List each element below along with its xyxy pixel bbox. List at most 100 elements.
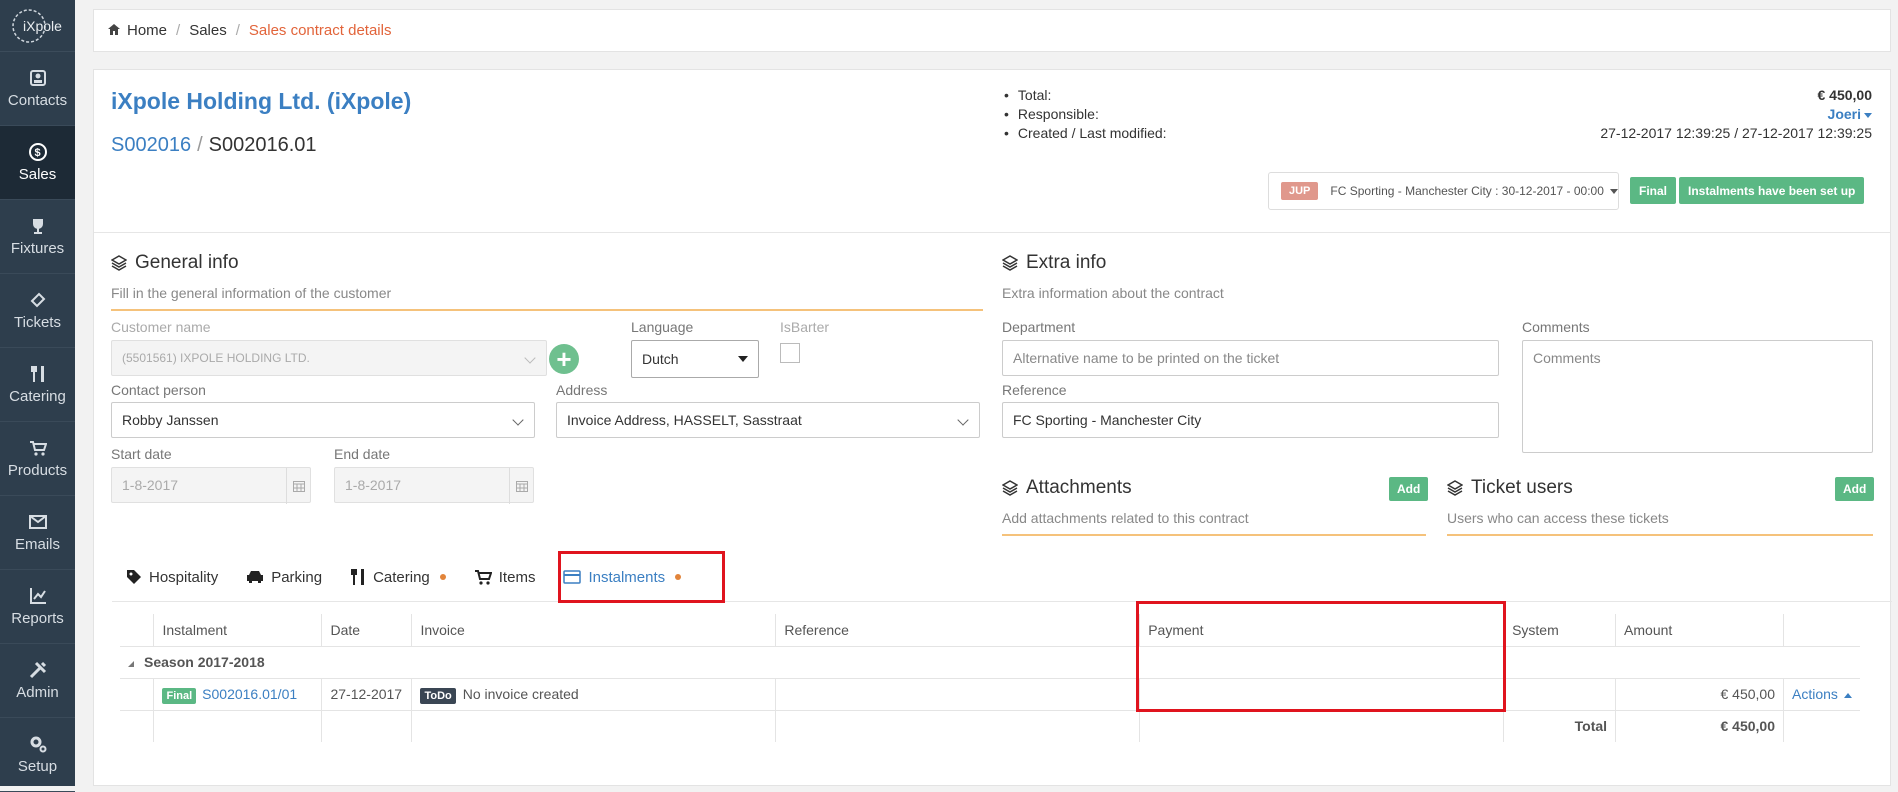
row-date: 27-12-2017 — [321, 678, 412, 711]
caret-up-icon — [1843, 692, 1852, 698]
contact-person-label: Contact person — [111, 382, 206, 398]
department-placeholder: Alternative name to be printed on the ti… — [1013, 350, 1280, 366]
breadcrumb-sales[interactable]: Sales — [189, 22, 227, 39]
contact-person-select[interactable]: Robby Janssen — [111, 402, 535, 438]
event-badge: JUP — [1281, 182, 1319, 200]
address-select[interactable]: Invoice Address, HASSELT, Sasstraat — [556, 402, 980, 438]
end-date-value: 1-8-2017 — [345, 477, 402, 493]
group-row[interactable]: Season 2017-2018 — [120, 646, 1860, 679]
nav-fixtures[interactable]: Fixtures — [0, 200, 75, 274]
language-select[interactable]: Dutch — [631, 340, 759, 378]
tab-parking[interactable]: Parking — [232, 555, 336, 599]
instalment-link[interactable]: S002016.01/01 — [202, 686, 297, 702]
general-info-section: General info Fill in the general informa… — [111, 252, 983, 311]
total-row-value: € 450,00 — [1615, 710, 1784, 742]
reference-input[interactable]: FC Sporting - Manchester City — [1002, 402, 1499, 438]
page-title[interactable]: iXpole Holding Ltd. (iXpole) — [111, 88, 411, 115]
highlight-instalments-tab — [558, 551, 725, 603]
department-input[interactable]: Alternative name to be printed on the ti… — [1002, 340, 1499, 376]
cart-icon — [27, 438, 49, 458]
status-final-badge[interactable]: Final — [1630, 177, 1677, 204]
collapse-triangle-icon[interactable] — [128, 661, 134, 667]
nav-emails[interactable]: Emails — [0, 496, 75, 570]
nav-setup-label: Setup — [17, 758, 58, 775]
tab-hospitality[interactable]: Hospitality — [112, 555, 232, 599]
tab-catering-label: Catering — [373, 568, 430, 586]
attachments-section: Attachments Add attachments related to t… — [1002, 477, 1426, 536]
nav-tickets-label: Tickets — [14, 314, 61, 331]
col-amount[interactable]: Amount — [1615, 614, 1784, 647]
col-system[interactable]: System — [1503, 614, 1616, 647]
general-info-title: General info — [111, 252, 983, 274]
tab-items-label: Items — [498, 568, 536, 586]
row-actions-label: Actions — [1792, 686, 1838, 702]
breadcrumb-home[interactable]: Home — [127, 22, 167, 39]
attachments-add-button[interactable]: Add — [1389, 477, 1429, 501]
tools-icon — [27, 660, 49, 680]
ixpole-logo[interactable]: iXpole — [0, 0, 75, 52]
nav-products-label: Products — [7, 462, 68, 479]
isbarter-checkbox[interactable] — [780, 343, 800, 363]
layers-icon — [1002, 480, 1018, 496]
end-date-field[interactable]: 1-8-2017 — [334, 467, 534, 504]
envelope-icon — [27, 512, 49, 532]
total-value: € 450,00 — [1817, 87, 1873, 103]
responsible-dropdown[interactable]: Joeri — [1828, 105, 1872, 124]
col-date[interactable]: Date — [321, 614, 412, 647]
svg-text:$: $ — [34, 147, 40, 159]
contract-summary: Total: € 450,00 Responsible: Joeri Created… — [1004, 86, 1872, 143]
cutlery-icon — [27, 364, 49, 384]
calendar-icon[interactable] — [509, 468, 533, 504]
caret-down-icon — [738, 356, 748, 362]
customer-name-field: (5501561) IXPOLE HOLDING LTD. — [111, 340, 547, 376]
tag-icon — [127, 570, 141, 584]
col-actions — [1783, 614, 1860, 647]
table-row[interactable]: Final S002016.01/01 27-12-2017 ToDo No inv… — [120, 678, 1860, 711]
nav-reports-label: Reports — [11, 610, 64, 627]
contract-subcode: S002016.01 — [208, 134, 317, 156]
start-date-field[interactable]: 1-8-2017 — [111, 467, 311, 504]
calendar-icon[interactable] — [286, 468, 310, 504]
status-instalments-badge[interactable]: Instalments have been set up — [1679, 177, 1865, 204]
gears-icon — [27, 734, 49, 754]
notification-dot — [439, 574, 446, 580]
tab-items[interactable]: Items — [460, 555, 550, 599]
reference-value: FC Sporting - Manchester City — [1013, 412, 1202, 428]
extra-info-section: Extra info Extra information about the c… — [1002, 252, 1873, 309]
nav-sales[interactable]: $ Sales — [0, 126, 75, 200]
chevron-down-icon — [957, 414, 969, 426]
start-date-label: Start date — [111, 446, 172, 462]
attachments-desc: Add attachments related to this contract — [1002, 510, 1426, 536]
responsible-label: Responsible: — [1004, 105, 1099, 124]
ticket-users-desc: Users who can access these tickets — [1447, 510, 1873, 536]
add-customer-button[interactable]: + — [549, 344, 579, 374]
event-selector[interactable]: JUP FC Sporting - Manchester City : 30-1… — [1268, 172, 1619, 210]
nav-catering-label: Catering — [9, 388, 66, 405]
layers-icon — [111, 255, 127, 271]
nav-reports[interactable]: Reports — [0, 570, 75, 644]
cutlery-icon — [351, 569, 365, 585]
col-instalment[interactable]: Instalment — [153, 614, 322, 647]
nav-catering[interactable]: Catering — [0, 348, 75, 422]
nav-contacts[interactable]: Contacts — [0, 52, 75, 126]
tab-catering[interactable]: Catering — [336, 555, 460, 599]
customer-name-label: Customer name — [111, 319, 211, 335]
contract-code-link[interactable]: S002016 — [111, 134, 191, 156]
department-label: Department — [1002, 319, 1076, 335]
comments-label: Comments — [1522, 319, 1590, 335]
nav-tickets[interactable]: Tickets — [0, 274, 75, 348]
nav-products[interactable]: Products — [0, 422, 75, 496]
col-invoice[interactable]: Invoice — [411, 614, 776, 647]
ticket-users-add-button[interactable]: Add — [1835, 477, 1875, 501]
nav-sales-label: Sales — [18, 166, 57, 183]
tab-parking-label: Parking — [271, 568, 323, 586]
nav-admin[interactable]: Admin — [0, 644, 75, 718]
total-row: Total € 450,00 — [120, 710, 1860, 742]
total-label: Total: — [1004, 86, 1051, 105]
breadcrumb-current: Sales contract details — [248, 22, 392, 39]
col-reference[interactable]: Reference — [775, 614, 1140, 647]
row-reference — [775, 678, 1140, 711]
nav-setup[interactable]: Setup — [0, 718, 75, 792]
comments-textarea[interactable]: Comments — [1522, 340, 1873, 453]
row-actions-button[interactable]: Actions — [1783, 678, 1860, 711]
